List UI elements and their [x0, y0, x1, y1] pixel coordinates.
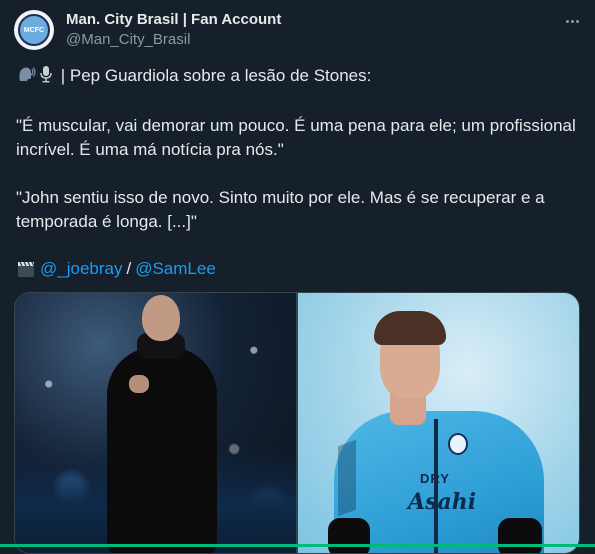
crest-text: MCFC: [23, 26, 45, 34]
photo-stones[interactable]: DRY Asahi: [298, 293, 579, 553]
tweet-quote-1: "É muscular, vai demorar um pouco. É uma…: [16, 116, 581, 159]
author-handle[interactable]: @Man_City_Brasil: [66, 31, 190, 48]
clapper-board-icon: [16, 259, 36, 279]
speaking-head-icon: [16, 64, 36, 84]
shirt-text: DRY: [420, 471, 450, 486]
avatar[interactable]: MCFC: [14, 10, 54, 50]
microphone-icon: [36, 64, 56, 84]
mention-samlee[interactable]: @SamLee: [135, 257, 216, 281]
photo-credits: @_joebray / @SamLee: [16, 257, 579, 281]
credits-separator: /: [126, 259, 132, 278]
media-grid: DRY Asahi: [14, 292, 580, 554]
more-options-icon[interactable]: [563, 12, 581, 30]
tweet-quote-2: "John sentiu isso de novo. Sinto muito p…: [16, 188, 550, 231]
mention-joebray[interactable]: @_joebray: [40, 257, 122, 281]
photo-guardiola[interactable]: [15, 293, 296, 553]
shirt-sponsor: Asahi: [408, 489, 477, 515]
tweet-line-1-text: | Pep Guardiola sobre a lesão de Stones:: [60, 66, 372, 85]
man-city-crest-icon: MCFC: [18, 14, 50, 46]
tweet-line-1: | Pep Guardiola sobre a lesão de Stones:: [16, 64, 579, 88]
author-display-name[interactable]: Man. City Brasil | Fan Account: [66, 11, 281, 28]
tweet-card: MCFC Man. City Brasil | Fan Account @Man…: [0, 0, 595, 554]
club-badge-icon: [448, 433, 468, 455]
